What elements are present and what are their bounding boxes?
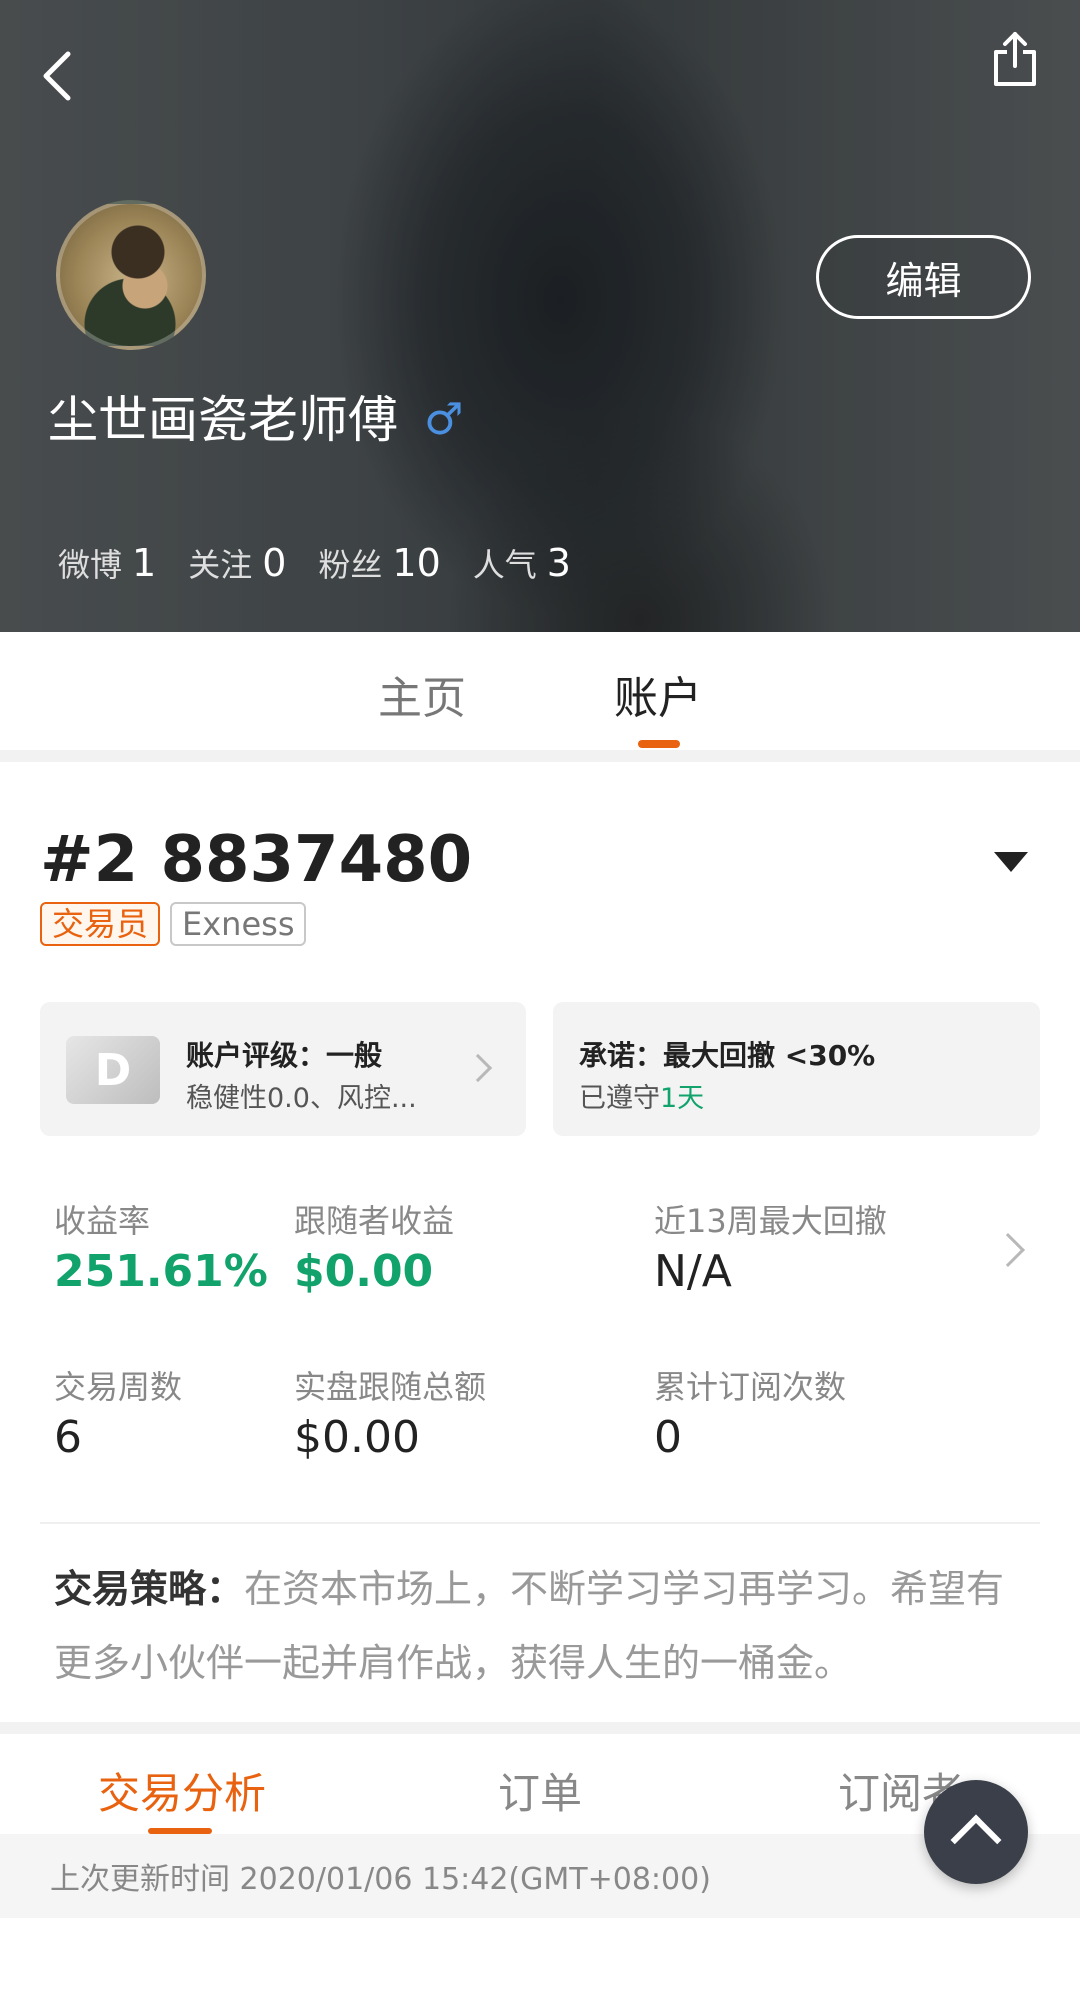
section-divider — [0, 1722, 1080, 1734]
metric-label-trade-weeks: 交易周数 — [54, 1368, 183, 1406]
stat-label: 微博 — [58, 546, 123, 584]
stat-value: 10 — [392, 541, 441, 585]
username: 尘世画瓷老师傅 ♂ — [48, 388, 463, 452]
stat-popularity: 人气 3 — [473, 540, 571, 586]
rating-subtitle: 稳健性0.0、风控... — [186, 1083, 417, 1114]
grade-badge: D — [66, 1036, 160, 1104]
metric-value-follow-total: $0.00 — [294, 1412, 420, 1463]
metric-value-trade-weeks: 6 — [54, 1412, 82, 1463]
trading-strategy: 交易策略：在资本市场上，不断学习学习再学习。希望有更多小伙伴一起并肩作战，获得人… — [54, 1552, 1014, 1700]
account-badges: 交易员 Exness — [40, 902, 316, 946]
metric-value-follower-profit: $0.00 — [294, 1246, 434, 1297]
scroll-top-button[interactable] — [924, 1780, 1028, 1884]
tab-orders[interactable]: 订单 — [498, 1760, 582, 1821]
section-divider — [0, 750, 1080, 762]
role-badge: 交易员 — [40, 902, 161, 946]
back-button[interactable] — [36, 46, 80, 106]
metric-label-follower-profit: 跟随者收益 — [294, 1202, 455, 1240]
account-number: #2 8837480 — [40, 823, 473, 897]
metric-label-subscriptions: 累计订阅次数 — [654, 1368, 847, 1406]
strategy-label: 交易策略： — [54, 1567, 245, 1611]
male-icon: ♂ — [424, 394, 464, 445]
chevron-right-icon[interactable] — [991, 1233, 1025, 1267]
analysis-tabs: 交易分析 订单 订阅者 — [0, 1734, 1080, 1834]
promise-kept-days: 1天 — [660, 1083, 705, 1114]
profile-tabs: 主页 账户 — [0, 632, 1080, 750]
stat-fans[interactable]: 粉丝 10 — [318, 540, 440, 586]
metric-label-return: 收益率 — [54, 1202, 151, 1240]
chevron-right-icon — [463, 1053, 493, 1083]
tab-indicator — [638, 740, 680, 748]
edit-button[interactable]: 编辑 — [816, 235, 1031, 319]
metric-value-subscriptions: 0 — [654, 1412, 682, 1463]
broker-badge: Exness — [170, 902, 307, 946]
stat-label: 人气 — [472, 546, 537, 584]
chevron-up-icon — [950, 1814, 1002, 1866]
rating-card[interactable]: D 账户评级：一般 稳健性0.0、风控... — [40, 1002, 526, 1136]
share-icon — [994, 32, 1036, 86]
promise-kept-label: 已遵守 — [579, 1083, 660, 1114]
stat-label: 关注 — [188, 546, 253, 584]
last-update-text: 上次更新时间 2020/01/06 15:42(GMT+08:00) — [50, 1862, 711, 1897]
update-bar: 上次更新时间 2020/01/06 15:42(GMT+08:00) — [0, 1834, 1080, 1918]
stat-weibo[interactable]: 微博 1 — [58, 540, 156, 586]
avatar[interactable] — [56, 200, 206, 350]
profile-header: 编辑 尘世画瓷老师傅 ♂ 微博 1 关注 0 粉丝 10 人气 3 — [0, 0, 1080, 632]
metric-value-return: 251.61% — [54, 1246, 268, 1297]
stat-label: 粉丝 — [318, 546, 383, 584]
metric-value-max-drawdown: N/A — [654, 1246, 732, 1297]
share-button[interactable] — [990, 30, 1040, 88]
profile-stats: 微博 1 关注 0 粉丝 10 人气 3 — [58, 540, 603, 586]
stat-value: 0 — [262, 541, 287, 585]
metric-label-follow-total: 实盘跟随总额 — [294, 1368, 487, 1406]
promise-card: 承诺：最大回撤 <30% 已遵守1天 — [553, 1002, 1040, 1136]
dropdown-icon[interactable] — [994, 852, 1028, 872]
username-text: 尘世画瓷老师傅 — [48, 391, 398, 449]
tab-trade-analysis[interactable]: 交易分析 — [98, 1760, 266, 1821]
back-icon — [43, 51, 71, 101]
promise-kept: 已遵守1天 — [579, 1076, 704, 1115]
metrics-divider — [40, 1522, 1040, 1524]
stat-following[interactable]: 关注 0 — [188, 540, 286, 586]
stat-value: 3 — [546, 541, 571, 585]
stat-value: 1 — [132, 541, 157, 585]
tab-account[interactable]: 账户 — [614, 662, 702, 726]
metric-label-max-drawdown: 近13周最大回撤 — [654, 1202, 887, 1240]
tab-home[interactable]: 主页 — [378, 662, 466, 726]
rating-title: 账户评级：一般 — [186, 1039, 383, 1072]
promise-title: 承诺：最大回撤 <30% — [579, 1039, 876, 1072]
